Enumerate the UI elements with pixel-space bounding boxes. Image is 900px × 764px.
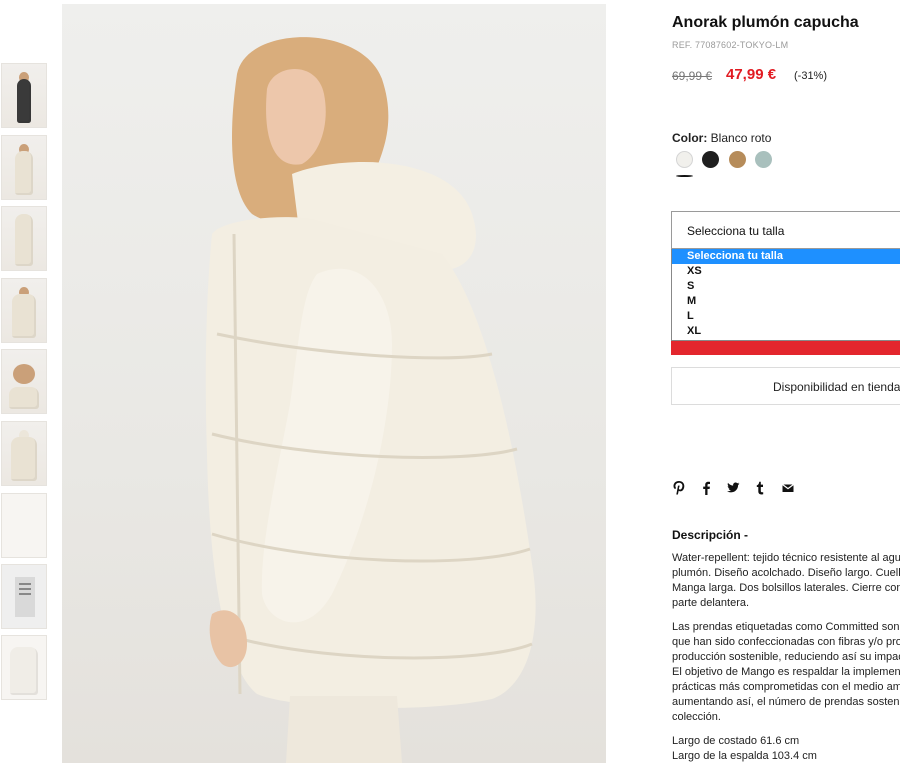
- description-line: plumón. Diseño acolchado. Diseño largo. …: [672, 567, 900, 579]
- product-reference: REF. 77087602-TOKYO-LM: [672, 40, 789, 50]
- twitter-icon[interactable]: [726, 480, 740, 496]
- thumbnail-2[interactable]: [1, 135, 47, 200]
- measure-back-length: Largo de la espalda 103.4 cm: [672, 750, 817, 762]
- thumbnail-8[interactable]: [1, 564, 47, 629]
- committed-line: que han sido confeccionadas con fibras y…: [672, 636, 900, 648]
- size-select[interactable]: Selecciona tu talla: [671, 211, 900, 249]
- description-title: Descripción -: [672, 528, 749, 542]
- color-swatch-black[interactable]: [702, 151, 719, 168]
- model-photo: [205, 37, 536, 763]
- store-availability-button[interactable]: Disponibilidad en tienda: [671, 367, 900, 405]
- size-option-l[interactable]: L: [672, 309, 900, 324]
- committed-line: producción sostenible, reduciendo así su…: [672, 651, 900, 663]
- size-option-xl[interactable]: XL: [672, 324, 900, 339]
- selected-color-indicator: [676, 175, 693, 177]
- size-option-xs[interactable]: XS: [672, 264, 900, 279]
- color-selected-name: Blanco roto: [710, 131, 772, 145]
- committed-line: aumentando así, el número de prendas sos…: [672, 696, 900, 708]
- description-line: Manga larga. Dos bolsillos laterales. Ci…: [672, 582, 900, 594]
- store-availability-label: Disponibilidad en tienda: [773, 380, 900, 394]
- measure-side-length: Largo de costado 61.6 cm: [672, 735, 800, 747]
- committed-line: colección.: [672, 711, 721, 723]
- product-main-image[interactable]: [62, 4, 606, 763]
- size-select-value: Selecciona tu talla: [687, 224, 785, 238]
- description-line: Water-repellent: tejido técnico resisten…: [672, 552, 900, 564]
- pinterest-icon[interactable]: [672, 480, 686, 496]
- committed-line: prácticas más comprometidas con el medio…: [672, 681, 900, 693]
- add-to-cart-button[interactable]: [671, 341, 900, 355]
- product-title: Anorak plumón capucha: [672, 14, 859, 31]
- thumbnail-4[interactable]: [1, 278, 47, 343]
- size-option-m[interactable]: M: [672, 294, 900, 309]
- thumbnail-3[interactable]: [1, 206, 47, 271]
- committed-line: El objetivo de Mango es respaldar la imp…: [672, 666, 900, 678]
- color-label: Color: Blanco roto: [672, 131, 771, 145]
- color-swatch-sage[interactable]: [755, 151, 772, 168]
- size-dropdown-list: Selecciona tu talla XS S M L XL: [671, 249, 900, 341]
- color-label-key: Color:: [672, 131, 708, 145]
- discount-badge: (-31%): [794, 70, 828, 82]
- color-swatch-blanco-roto[interactable]: [676, 151, 693, 168]
- thumbnail-6[interactable]: [1, 421, 47, 486]
- tumblr-icon[interactable]: [753, 480, 767, 496]
- email-icon[interactable]: [781, 480, 795, 496]
- size-option-s[interactable]: S: [672, 279, 900, 294]
- facebook-icon[interactable]: [699, 480, 713, 496]
- thumbnail-5[interactable]: [1, 349, 47, 414]
- thumbnail-1[interactable]: [1, 63, 47, 128]
- description-line: parte delantera.: [672, 597, 750, 609]
- original-price: 69,99 €: [672, 69, 713, 83]
- thumbnail-7[interactable]: [1, 493, 47, 558]
- size-option-placeholder[interactable]: Selecciona tu talla: [672, 249, 900, 264]
- color-swatch-tan[interactable]: [729, 151, 746, 168]
- committed-line: Las prendas etiquetadas como Committed s…: [672, 621, 900, 633]
- thumbnail-9[interactable]: [1, 635, 47, 700]
- sale-price: 47,99 €: [726, 66, 777, 83]
